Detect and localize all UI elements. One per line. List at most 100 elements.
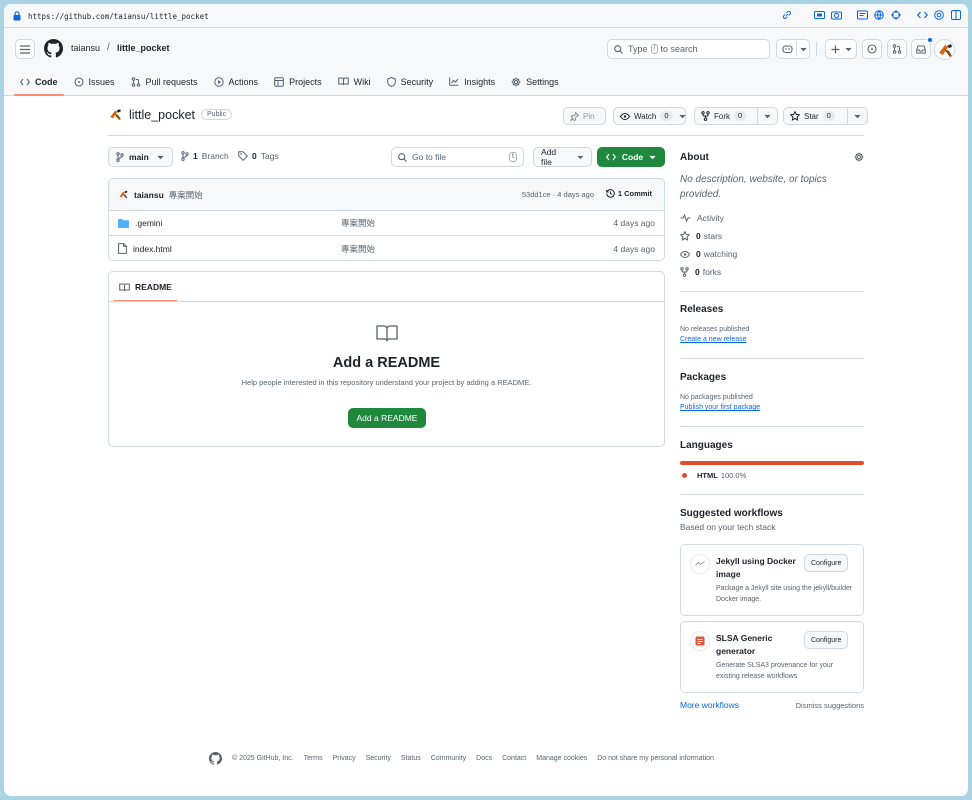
code-toggle-icon[interactable] — [916, 9, 928, 21]
tab-security[interactable]: Security — [381, 67, 440, 96]
inbox-button[interactable] — [911, 37, 933, 59]
footer-link-docs[interactable]: Docs — [476, 755, 492, 762]
forks-link[interactable]: 0 forks — [680, 263, 864, 281]
fork-icon — [680, 267, 689, 277]
fork-dropdown[interactable] — [757, 108, 777, 124]
file-commit-message[interactable]: 專案開始 — [341, 243, 375, 255]
code-button[interactable]: Code — [597, 147, 665, 167]
watch-count: 0 — [660, 111, 673, 121]
commits-link[interactable]: 1 Commit — [606, 189, 652, 198]
sidebar-toggle-icon[interactable] — [950, 9, 962, 21]
create-new-button[interactable] — [825, 39, 857, 59]
workflow-name: SLSA Generic generator — [716, 633, 773, 656]
issue-icon — [867, 44, 877, 54]
tab-actions[interactable]: Actions — [208, 67, 265, 96]
footer-link-terms[interactable]: Terms — [304, 755, 323, 762]
tags-link[interactable]: 0 Tags — [238, 151, 279, 161]
branches-link[interactable]: 1 Branch — [181, 151, 229, 161]
readme-title: Add a README — [332, 355, 441, 371]
file-name[interactable]: index.html — [133, 244, 172, 254]
file-row[interactable]: index.html 專案開始 4 days ago — [109, 236, 664, 260]
pin-button[interactable]: Pin — [563, 107, 606, 125]
publish-package-link[interactable]: Publish your first package — [680, 404, 864, 411]
target-icon[interactable] — [890, 9, 902, 21]
code-icon — [20, 78, 30, 85]
user-avatar-icon — [939, 44, 952, 57]
star-button[interactable]: Star 0 — [783, 107, 868, 125]
header-divider — [108, 135, 864, 136]
activity-link[interactable]: Activity — [680, 209, 864, 227]
tab-projects[interactable]: Projects — [268, 67, 328, 96]
footer-link-privacy[interactable]: Privacy — [333, 755, 356, 762]
tab-wiki[interactable]: Wiki — [332, 67, 377, 96]
tab-settings[interactable]: Settings — [505, 67, 565, 96]
tab-insights[interactable]: Insights — [443, 67, 501, 96]
owner-link[interactable]: taiansu — [71, 43, 100, 53]
chevron-down-icon — [679, 114, 685, 118]
add-file-button[interactable]: Add file — [533, 147, 592, 167]
reader-icon[interactable] — [856, 9, 868, 21]
watching-link[interactable]: 0 watching — [680, 245, 864, 263]
branch-selector[interactable]: main — [108, 147, 173, 167]
menu-button[interactable] — [15, 39, 35, 59]
chevron-down-icon — [800, 47, 807, 51]
packages-section: Packages No packages published Publish y… — [680, 372, 864, 411]
tag-label: Tags — [260, 151, 279, 161]
footer-link-cookies[interactable]: Manage cookies — [536, 755, 587, 762]
repo-title[interactable]: little_pocket — [129, 108, 195, 122]
configure-button[interactable]: Configure — [804, 631, 849, 649]
search-input[interactable]: Type / to search — [607, 39, 770, 59]
tab-code[interactable]: Code — [14, 67, 64, 96]
globe-icon[interactable] — [873, 9, 885, 21]
fork-button[interactable]: Fork 0 — [694, 107, 778, 125]
readme-tab-label: README — [135, 282, 172, 292]
gear-icon — [511, 77, 521, 86]
avatar[interactable] — [934, 39, 955, 60]
languages-title: Languages — [680, 440, 733, 451]
file-name[interactable]: .gemini — [135, 218, 162, 228]
stars-link[interactable]: 0 stars — [680, 227, 864, 245]
footer-link-community[interactable]: Community — [431, 755, 466, 762]
latest-commit-row: taiansu 專案開始 53dd1ce · 4 days ago 1 Comm… — [109, 179, 664, 211]
configure-button[interactable]: Configure — [804, 554, 849, 572]
footer-link-do-not-share[interactable]: Do not share my personal information — [597, 755, 714, 762]
github-logo-icon[interactable] — [209, 752, 222, 765]
footer-link-status[interactable]: Status — [401, 755, 421, 762]
file-commit-message[interactable]: 專案開始 — [341, 217, 375, 229]
more-workflows-link[interactable]: More workflows — [680, 700, 739, 710]
commit-author[interactable]: taiansu — [134, 190, 164, 200]
commit-author-avatar[interactable] — [118, 189, 129, 200]
screenshot-icon[interactable] — [813, 9, 825, 21]
releases-title[interactable]: Releases — [680, 304, 864, 315]
at-icon[interactable] — [933, 9, 945, 21]
file-row[interactable]: .gemini 專案開始 4 days ago — [109, 211, 664, 236]
tab-pull-requests[interactable]: Pull requests — [125, 67, 204, 96]
copilot-button[interactable] — [776, 39, 810, 59]
issues-button[interactable] — [862, 39, 882, 59]
file-icon — [118, 243, 127, 254]
camera-icon[interactable] — [830, 9, 842, 21]
commit-message[interactable]: 專案開始 — [169, 189, 203, 201]
watch-button[interactable]: Watch 0 — [613, 107, 686, 125]
pull-requests-button[interactable] — [887, 39, 907, 59]
star-dropdown[interactable] — [847, 108, 867, 124]
gear-icon[interactable] — [854, 152, 864, 162]
add-readme-button[interactable]: Add a README — [348, 408, 426, 428]
commit-hash-time[interactable]: 53dd1ce · 4 days ago — [522, 190, 594, 199]
language-item[interactable]: HTML 100.0% — [680, 471, 864, 480]
footer-link-contact[interactable]: Contact — [502, 755, 526, 762]
go-to-file-input[interactable]: Go to file t — [391, 147, 524, 167]
forks-count: 0 — [695, 267, 700, 277]
address-bar[interactable]: https://github.com/taiansu/little_pocket — [28, 12, 209, 21]
github-logo-icon[interactable] — [44, 39, 63, 58]
dismiss-suggestions-link[interactable]: Dismiss suggestions — [796, 701, 864, 710]
link-icon[interactable] — [781, 9, 793, 21]
book-icon — [337, 77, 349, 86]
packages-title[interactable]: Packages — [680, 372, 864, 383]
repo-link[interactable]: little_pocket — [117, 43, 170, 53]
footer-link-security[interactable]: Security — [366, 755, 391, 762]
create-release-link[interactable]: Create a new release — [680, 336, 864, 343]
readme-tab[interactable]: README — [114, 272, 177, 302]
inbox-icon — [916, 45, 926, 53]
tab-issues[interactable]: Issues — [68, 67, 121, 96]
